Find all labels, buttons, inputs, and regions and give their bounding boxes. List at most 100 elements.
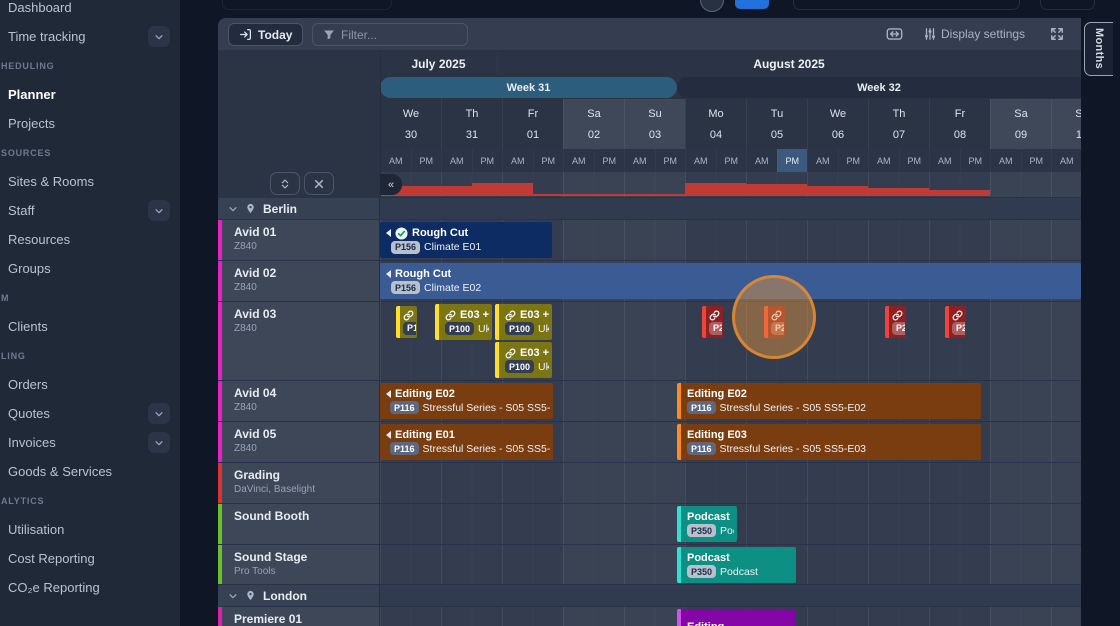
sidebar-item-staff[interactable]: Staff bbox=[0, 196, 180, 225]
booking-subtitle: Climate E01 bbox=[424, 241, 481, 253]
group-header-label-cell[interactable]: Berlin bbox=[218, 198, 380, 220]
booking-e03-e[interactable]: E03 + EP100Ukr bbox=[495, 304, 552, 340]
booking-linked[interactable]: P2 bbox=[885, 306, 906, 338]
day-header[interactable]: Sa09 bbox=[990, 99, 1051, 149]
day-header[interactable]: Fr08 bbox=[929, 99, 990, 149]
sidebar-item-goods-services[interactable]: Goods & Services bbox=[0, 457, 180, 486]
sidebar-item-sites-rooms[interactable]: Sites & Rooms bbox=[0, 167, 180, 196]
ampm-cell[interactable]: AM bbox=[1051, 149, 1081, 173]
sidebar-item-quotes[interactable]: Quotes bbox=[0, 399, 180, 428]
day-header[interactable]: Sa02 bbox=[563, 99, 624, 149]
resource-label-cell[interactable]: Sound StagePro Tools bbox=[218, 545, 380, 585]
clear-button[interactable] bbox=[304, 172, 334, 195]
fit-width-icon[interactable] bbox=[886, 27, 903, 41]
display-settings-icon[interactable] bbox=[923, 27, 937, 41]
ampm-cell[interactable]: PM bbox=[472, 149, 503, 173]
week-header[interactable]: Week 31 bbox=[380, 77, 677, 98]
ampm-cell[interactable]: AM bbox=[685, 149, 716, 173]
resource-label-cell[interactable]: Avid 03Z840 bbox=[218, 302, 380, 381]
booking-rough-cut[interactable]: Rough CutP156Climate E01 bbox=[380, 222, 552, 258]
expand-rows-button[interactable] bbox=[270, 172, 300, 195]
booking-podcast[interactable]: PodcastP350Poc bbox=[677, 506, 737, 542]
sidebar-item-resources[interactable]: Resources bbox=[0, 225, 180, 254]
ampm-cell[interactable]: PM bbox=[716, 149, 747, 173]
sidebar-item-planner[interactable]: Planner bbox=[0, 80, 180, 109]
primary-button-fragment[interactable] bbox=[735, 0, 769, 9]
booking-rough-cut[interactable]: Rough CutP156Climate E02 bbox=[380, 263, 1081, 299]
booking-linked[interactable]: P1 bbox=[396, 306, 417, 338]
ampm-cell[interactable]: PM bbox=[594, 149, 625, 173]
ampm-cell[interactable]: AM bbox=[929, 149, 960, 173]
ampm-cell[interactable]: PM bbox=[655, 149, 686, 173]
today-button[interactable]: Today bbox=[228, 23, 303, 46]
day-header[interactable]: We30 bbox=[380, 99, 441, 149]
display-settings-label[interactable]: Display settings bbox=[941, 27, 1025, 41]
ampm-cell[interactable]: AM bbox=[746, 149, 777, 173]
day-header[interactable]: Su10 bbox=[1051, 99, 1081, 149]
ampm-cell[interactable]: AM bbox=[380, 149, 411, 173]
ampm-cell[interactable]: PM bbox=[533, 149, 564, 173]
group-header-berlin[interactable]: Berlin bbox=[218, 198, 1081, 220]
chevron-down-icon[interactable] bbox=[148, 432, 170, 453]
booking-linked[interactable]: P2 bbox=[945, 306, 966, 338]
ampm-cell[interactable]: PM bbox=[899, 149, 930, 173]
ampm-cell[interactable]: AM bbox=[624, 149, 655, 173]
day-header[interactable]: Tu05 bbox=[746, 99, 807, 149]
ampm-cell[interactable]: PM bbox=[1021, 149, 1052, 173]
resource-label-cell[interactable]: Avid 02Z840 bbox=[218, 261, 380, 302]
day-header[interactable]: Mo04 bbox=[685, 99, 746, 149]
sidebar-item-invoices[interactable]: Invoices bbox=[0, 428, 180, 457]
sidebar-item-time-tracking[interactable]: Time tracking bbox=[0, 22, 180, 51]
sidebar-item-orders[interactable]: Orders bbox=[0, 370, 180, 399]
resource-label-cell[interactable]: Premiere 01 bbox=[218, 607, 380, 626]
filter-input[interactable]: Filter... bbox=[312, 23, 468, 46]
chevron-down-icon[interactable] bbox=[148, 403, 170, 424]
sidebar-item-utilisation[interactable]: Utilisation bbox=[0, 515, 180, 544]
ampm-cell[interactable]: AM bbox=[441, 149, 472, 173]
ampm-cell[interactable]: PM bbox=[777, 149, 808, 173]
chevron-down-icon[interactable] bbox=[148, 200, 170, 221]
booking-editing[interactable]: Editing bbox=[677, 609, 796, 626]
resource-label-cell[interactable]: Avid 05Z840 bbox=[218, 422, 380, 463]
booking-e03-e[interactable]: E03 + EP100Ukr bbox=[435, 304, 492, 340]
ampm-cell[interactable]: AM bbox=[990, 149, 1021, 173]
resource-label-cell[interactable]: Sound Booth bbox=[218, 504, 380, 545]
ampm-cell[interactable]: PM bbox=[960, 149, 991, 173]
ampm-cell[interactable]: PM bbox=[411, 149, 442, 173]
booking-podcast[interactable]: PodcastP350Podcast bbox=[677, 547, 796, 583]
sidebar-item-clients[interactable]: Clients bbox=[0, 312, 180, 341]
sidebar-item-projects[interactable]: Projects bbox=[0, 109, 180, 138]
ampm-cell[interactable]: AM bbox=[502, 149, 533, 173]
resource-label-cell[interactable]: Avid 04Z840 bbox=[218, 381, 380, 422]
day-header[interactable]: Th31 bbox=[441, 99, 502, 149]
ampm-cell[interactable]: AM bbox=[563, 149, 594, 173]
booking-editing-e02[interactable]: Editing E02P116Stressful Series - S05 SS… bbox=[380, 383, 553, 419]
sidebar-item-groups[interactable]: Groups bbox=[0, 254, 180, 283]
ampm-cell[interactable]: PM bbox=[838, 149, 869, 173]
day-header[interactable]: We06 bbox=[807, 99, 868, 149]
booking-linked[interactable]: P2 bbox=[764, 306, 785, 338]
day-header[interactable]: Th07 bbox=[868, 99, 929, 149]
sidebar-item-co-e-reporting[interactable]: CO₂e Reporting bbox=[0, 573, 180, 602]
booking-linked[interactable]: P2 bbox=[702, 306, 723, 338]
group-header-label-cell[interactable]: London bbox=[218, 585, 380, 607]
resource-label-cell[interactable]: GradingDaVinci, Baselight bbox=[218, 463, 380, 504]
months-tab[interactable]: Months bbox=[1084, 22, 1113, 76]
week-header[interactable]: Week 32 bbox=[677, 77, 1081, 98]
fullscreen-icon[interactable] bbox=[1050, 27, 1064, 41]
ampm-cell[interactable]: AM bbox=[868, 149, 899, 173]
avatar[interactable] bbox=[700, 0, 724, 12]
resource-label-cell[interactable]: Avid 01Z840 bbox=[218, 220, 380, 261]
booking-editing-e03[interactable]: Editing E03P116Stressful Series - S05 SS… bbox=[677, 424, 981, 460]
group-header-london[interactable]: London bbox=[218, 585, 1081, 607]
day-header[interactable]: Su03 bbox=[624, 99, 685, 149]
sidebar-item-dashboard[interactable]: Dashboard bbox=[0, 0, 180, 22]
collapse-panel-button[interactable]: « bbox=[380, 174, 402, 195]
booking-editing-e01[interactable]: Editing E01P116Stressful Series - S05 SS… bbox=[380, 424, 553, 460]
day-header[interactable]: Fr01 bbox=[502, 99, 563, 149]
booking-e03-e[interactable]: E03 + EP100Ukr bbox=[495, 342, 552, 378]
chevron-down-icon[interactable] bbox=[148, 26, 170, 47]
booking-editing-e02[interactable]: Editing E02P116Stressful Series - S05 SS… bbox=[677, 383, 981, 419]
sidebar-item-cost-reporting[interactable]: Cost Reporting bbox=[0, 544, 180, 573]
ampm-cell[interactable]: AM bbox=[807, 149, 838, 173]
